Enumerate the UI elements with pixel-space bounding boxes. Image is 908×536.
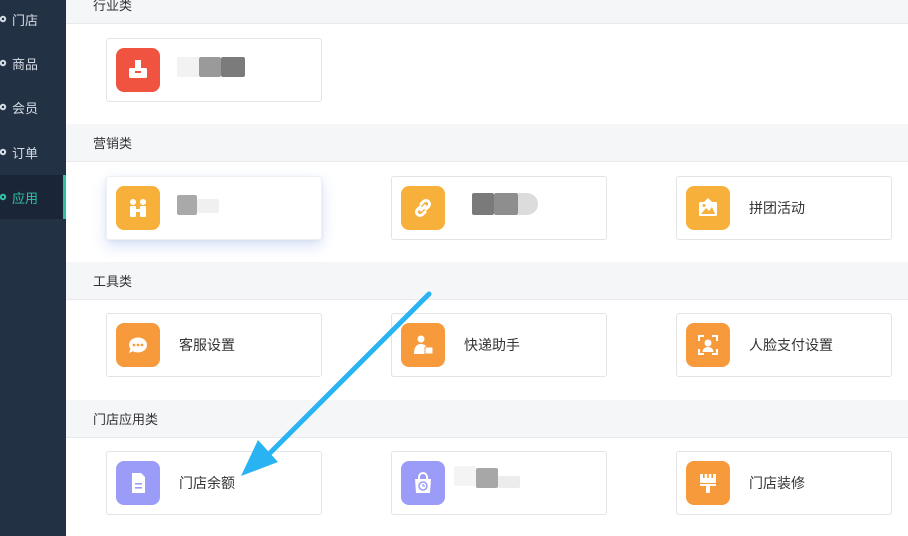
redacted-label [199, 57, 221, 77]
section-title: 营销类 [93, 136, 133, 151]
app-card-store-app-2[interactable] [391, 451, 607, 515]
section-header-industry: 行业类 [66, 0, 908, 24]
app-card-marketing-1[interactable] [106, 176, 322, 240]
sidebar-item-label: 订单 [12, 145, 39, 161]
section-title: 门店应用类 [93, 412, 159, 427]
shopping-bag-clock-icon [401, 461, 445, 505]
link-icon [401, 186, 445, 230]
section-header-marketing: 营销类 [66, 124, 908, 162]
redacted-label [177, 57, 199, 77]
document-icon [116, 461, 160, 505]
app-card-customer-service[interactable]: 客服设置 [106, 313, 322, 377]
sidebar-item-orders[interactable]: 订单 [0, 133, 66, 171]
section-title: 工具类 [93, 274, 133, 289]
inbox-download-icon [116, 48, 160, 92]
redacted-label [221, 57, 245, 77]
courier-icon [401, 323, 445, 367]
sidebar-item-label: 会员 [12, 100, 39, 116]
app-card-store-balance[interactable]: 门店余额 [106, 451, 322, 515]
redacted-label [498, 476, 520, 488]
face-scan-icon [686, 323, 730, 367]
redacted-label [518, 193, 538, 215]
redacted-label [472, 193, 494, 215]
app-card-industry[interactable] [106, 38, 322, 102]
gear-icon [0, 193, 7, 201]
sidebar-item-label: 应用 [12, 190, 39, 206]
gear-icon [0, 103, 7, 111]
sidebar-item-apps[interactable]: 应用 [0, 175, 66, 219]
sidebar-item-label: 商品 [12, 56, 39, 72]
app-card-label: 门店装修 [749, 475, 805, 491]
sidebar-item-store[interactable]: 门店 [0, 0, 66, 38]
app-card-group-buy[interactable]: 拼团活动 [676, 176, 892, 240]
people-icon [116, 186, 160, 230]
sidebar-item-members[interactable]: 会员 [0, 88, 66, 126]
gear-icon [0, 59, 7, 67]
app-card-label: 快递助手 [464, 337, 520, 353]
redacted-label [454, 466, 476, 486]
redacted-label [476, 468, 498, 488]
app-card-delivery[interactable]: 快递助手 [391, 313, 607, 377]
picture-icon [686, 186, 730, 230]
sidebar-item-label: 门店 [12, 12, 39, 28]
chat-bubble-icon [116, 323, 160, 367]
app-card-label: 客服设置 [179, 337, 235, 353]
section-header-tools: 工具类 [66, 262, 908, 300]
app-card-store-decoration[interactable]: 门店装修 [676, 451, 892, 515]
section-header-store-apps: 门店应用类 [66, 400, 908, 438]
app-card-face-pay[interactable]: 人脸支付设置 [676, 313, 892, 377]
section-title: 行业类 [93, 0, 133, 13]
redacted-label [177, 195, 197, 215]
sidebar: 门店 商品 会员 订单 应用 [0, 0, 66, 536]
app-card-marketing-2[interactable] [391, 176, 607, 240]
main-content: 行业类 营销类 拼团活动 工具类 客服设置 快递助手 人脸支付设置 门店应用类 … [66, 0, 908, 536]
app-card-label: 门店余额 [179, 475, 235, 491]
paint-brush-icon [686, 461, 730, 505]
app-card-label: 拼团活动 [749, 200, 805, 216]
app-card-label: 人脸支付设置 [749, 337, 833, 353]
redacted-label [494, 193, 518, 215]
sidebar-item-goods[interactable]: 商品 [0, 44, 66, 82]
redacted-label [197, 199, 219, 213]
gear-icon [0, 15, 7, 23]
gear-icon [0, 148, 7, 156]
